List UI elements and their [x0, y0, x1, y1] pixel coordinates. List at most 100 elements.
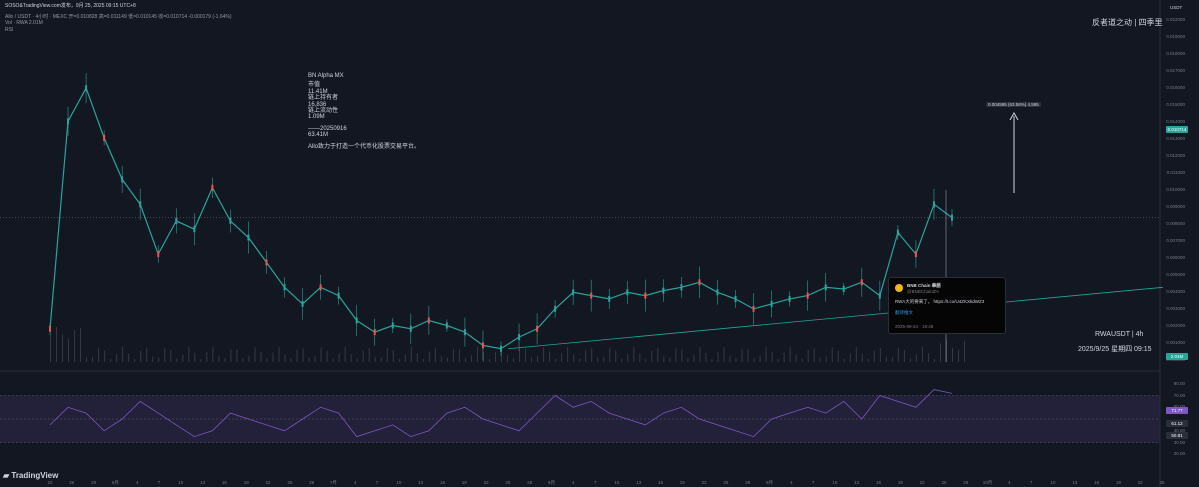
symbol-ohlc[interactable]: Allo / USDT · 4小时 · MEXC 开=0.010828 高=0.… — [5, 13, 232, 20]
rsi-tick: 70.00 — [1173, 392, 1185, 398]
volume-bar — [278, 347, 280, 362]
volume-bar — [356, 358, 358, 362]
time-tick: 26 — [69, 480, 75, 485]
volume-bar — [86, 357, 88, 362]
candle-body — [932, 201, 935, 208]
volume-bar — [873, 350, 875, 362]
time-tick: 7 — [375, 480, 379, 485]
tweet-card[interactable]: BNB Chain 華語 @BNBChainZH RWA大的要来了。 https… — [888, 277, 1006, 334]
volume-bar — [879, 347, 881, 362]
time-tick: 25 — [505, 480, 511, 485]
price-tick: 0.005000 — [1166, 272, 1185, 277]
volume-bar — [386, 348, 388, 362]
volume-bar — [735, 357, 737, 362]
price-tick: 0.003000 — [1166, 306, 1185, 311]
candle-body — [85, 85, 88, 92]
volume-bar — [609, 347, 611, 362]
candle-body — [337, 292, 340, 299]
rsi-label[interactable]: RSI — [5, 27, 13, 33]
volume-bar — [476, 347, 478, 362]
volume-indicator-label[interactable]: Vol · RWA 2.01M — [5, 20, 43, 26]
volume-bar — [831, 347, 833, 362]
measure-label[interactable]: 0.004595 (63.58%) 4,595 — [986, 102, 1041, 107]
translate-link[interactable]: 翻译推文 — [895, 310, 913, 316]
price-tick: 0.019000 — [1166, 34, 1185, 39]
time-tick: 13 — [1072, 480, 1078, 485]
candle-body — [265, 259, 268, 266]
time-tick: 4 — [1008, 480, 1011, 485]
candle-body — [247, 234, 250, 241]
time-tick: 19 — [461, 480, 467, 485]
volume-bar — [296, 349, 298, 362]
time-tick: 22 — [483, 480, 489, 485]
volume-bar — [663, 356, 665, 362]
time-tick: 7 — [811, 480, 815, 485]
volume-bar — [645, 358, 647, 362]
time-tick: 16 — [1094, 480, 1100, 485]
candle-body — [770, 300, 773, 307]
time-tick: 19 — [243, 480, 249, 485]
volume-bar — [861, 353, 863, 362]
candle-body — [878, 292, 881, 299]
main-chart[interactable] — [0, 0, 1199, 487]
volume-bar — [765, 347, 767, 362]
volume-bar — [80, 328, 82, 362]
time-tick: 7 — [593, 480, 597, 485]
volume-bar — [855, 347, 857, 362]
volume-bar — [488, 358, 490, 362]
candle-body — [500, 345, 502, 352]
volume-bar — [284, 354, 286, 362]
rsi-tick: 30.00 — [1173, 439, 1185, 445]
time-tick: 10 — [1050, 480, 1056, 485]
bnb-avatar-icon — [895, 284, 903, 292]
volume-bar — [104, 350, 106, 362]
candle-body — [572, 289, 575, 296]
time-tick: 29 — [91, 480, 97, 485]
candle-body — [662, 287, 665, 294]
tradingview-logo[interactable]: ▰ TradingView — [3, 471, 58, 480]
volume-bar — [470, 355, 472, 362]
volume-bar — [849, 353, 851, 362]
volume-bar — [338, 353, 340, 362]
volume-bar — [958, 349, 960, 362]
volume-bar — [561, 353, 563, 362]
candle-body — [355, 317, 358, 324]
volume-bar — [194, 352, 196, 362]
volume-bar — [897, 348, 899, 362]
volume-bar — [807, 349, 809, 362]
time-tick: 13 — [636, 480, 642, 485]
candle-body — [67, 118, 70, 125]
volume-bar — [458, 349, 460, 362]
volume-bar — [681, 349, 683, 362]
time-tick: 7 — [157, 480, 161, 485]
volume-bar — [218, 355, 220, 362]
tweet-text: RWA大的要来了。 https://t.co/U4ZKXkdWZ3 — [895, 299, 985, 304]
volume-bar — [110, 358, 112, 362]
volume-bar — [915, 354, 917, 362]
volume-bar — [771, 351, 773, 362]
volume-bar — [621, 358, 623, 362]
candle-body — [463, 329, 466, 336]
trendline — [507, 286, 1164, 350]
candle-body — [698, 279, 701, 286]
volume-bar — [819, 357, 821, 362]
volume-badge: 2.01M — [1166, 353, 1188, 360]
candle-body — [193, 226, 196, 233]
volume-bar — [639, 353, 641, 362]
price-tick: 0.012000 — [1166, 153, 1185, 158]
time-tick: 25 — [287, 480, 293, 485]
volume-bar — [633, 347, 635, 362]
volume-bar — [615, 350, 617, 362]
time-tick: 8月 — [547, 480, 555, 485]
annotation-note[interactable]: BN Alpha MX 市值 11.41M 链上持有者 16,836 链上流动性… — [308, 73, 420, 150]
volume-bar — [927, 353, 929, 362]
candle-body — [445, 322, 448, 329]
volume-bar — [507, 355, 509, 362]
currency-label[interactable]: USDT — [1170, 5, 1182, 10]
volume-bar — [675, 348, 677, 362]
volume-bar — [705, 352, 707, 362]
volume-bar — [693, 354, 695, 362]
volume-bar — [122, 347, 124, 362]
volume-bar — [416, 353, 418, 362]
candle-body — [211, 184, 214, 191]
